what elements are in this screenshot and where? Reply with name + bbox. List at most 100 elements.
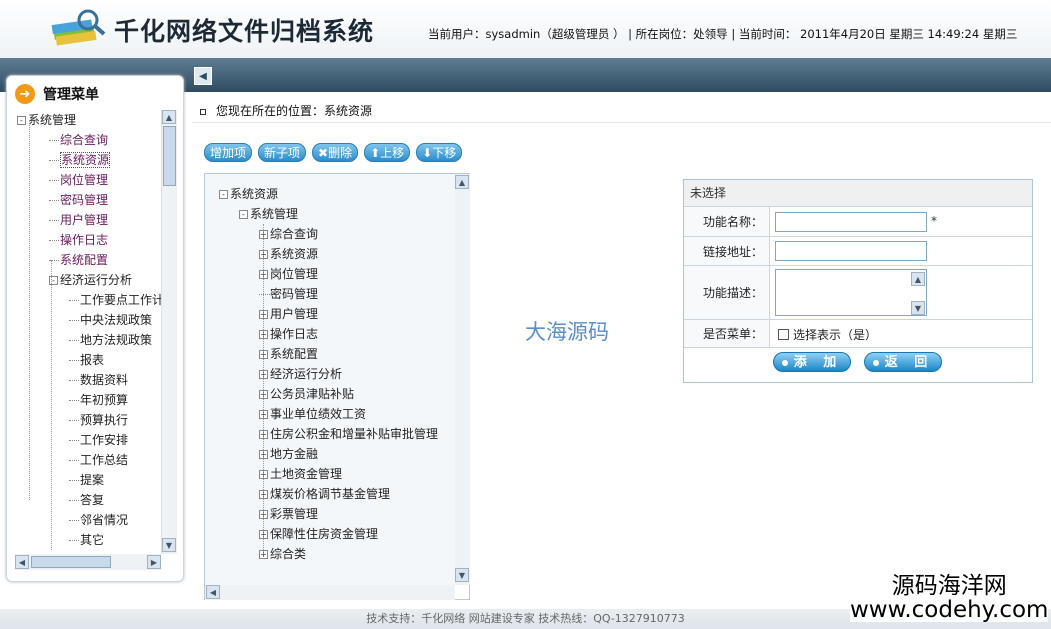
sidebar-item[interactable]: 邻省情况 [69, 510, 128, 530]
scroll-up-icon[interactable]: ▲ [455, 175, 469, 189]
tree-line-icon [69, 440, 79, 441]
tree-node[interactable]: + 地方金融 [259, 444, 318, 464]
tree-node[interactable]: + 保障性住房资金管理 [259, 524, 378, 544]
sidebar-item[interactable]: 操作日志 [49, 230, 108, 250]
name-input[interactable] [775, 212, 927, 232]
sidebar-item-label: 综合查询 [60, 133, 109, 147]
add-item-button[interactable]: 增加项 [204, 143, 253, 162]
collapse-icon[interactable]: - [239, 210, 248, 219]
sidebar-item-label: 答复 [80, 493, 105, 507]
tree-node[interactable]: - 系统资源 [219, 184, 278, 204]
sidebar-item[interactable]: 答复 [69, 490, 104, 510]
sidebar-item[interactable]: 系统配置 [49, 250, 108, 270]
add-button[interactable]: 添 加 [773, 352, 851, 372]
tree-node[interactable]: + 系统资源 [259, 244, 318, 264]
sidebar-item-label: 操作日志 [60, 233, 109, 247]
tree-node[interactable]: + 住房公积金和增量补贴审批管理 [259, 424, 438, 444]
is-menu-checkbox[interactable] [778, 329, 789, 340]
scroll-thumb[interactable] [163, 126, 176, 186]
menu-checkbox-wrap[interactable]: 选择表示（是） [778, 326, 877, 343]
sidebar-item[interactable]: 系统资源 [49, 150, 111, 170]
tree-line-icon [49, 240, 59, 241]
sidebar-item[interactable]: 综合查询 [49, 130, 108, 150]
sidebar: ➜ 管理菜单 - 系统管理 综合查询 系统资源 岗位管理 密码管理 用户管理 操作日志 系统配置… [6, 75, 184, 582]
tree-node-label: 系统管理 [250, 207, 299, 221]
description-textarea[interactable] [775, 269, 927, 316]
sidebar-item[interactable]: 报表 [69, 350, 104, 370]
sidebar-item[interactable]: 岗位管理 [49, 170, 108, 190]
sidebar-item-label: 岗位管理 [60, 173, 109, 187]
sidebar-item[interactable]: 用户管理 [49, 210, 108, 230]
tree-horizontal-scrollbar[interactable]: ◀ [205, 585, 455, 600]
tree-node[interactable]: 密码管理 [259, 284, 318, 304]
scroll-down-icon[interactable]: ▼ [455, 568, 469, 582]
collapse-icon[interactable]: - [219, 190, 228, 199]
tree-node[interactable]: + 煤炭价格调节基金管理 [259, 484, 390, 504]
tree-node[interactable]: + 用户管理 [259, 304, 318, 324]
scroll-up-icon[interactable]: ▲ [162, 110, 176, 124]
move-up-button[interactable]: ⬆上移 [364, 143, 411, 162]
sidebar-item[interactable]: 数据资料 [69, 370, 128, 390]
corner-watermark: 源码海洋网 www.codehy.com [850, 574, 1049, 622]
scroll-right-icon[interactable]: ▶ [147, 555, 161, 569]
sidebar-item[interactable]: 提案 [69, 470, 104, 490]
tree-node[interactable]: + 操作日志 [259, 324, 318, 344]
tree-node-label: 系统配置 [270, 347, 319, 361]
sidebar-item[interactable]: 地方法规政策 [69, 330, 152, 350]
tree-line-icon [49, 200, 59, 201]
time-label: 当前时间： [738, 27, 797, 41]
tree-node-label: 土地资金管理 [270, 467, 343, 481]
move-up-label: 上移 [380, 146, 405, 160]
url-input[interactable] [775, 241, 927, 261]
add-item-label: 增加项 [210, 146, 247, 160]
back-button[interactable]: 返 回 [864, 352, 942, 372]
sidebar-item[interactable]: - 经济运行分析 [49, 270, 132, 290]
sidebar-item-label: 工作总结 [80, 453, 129, 467]
tree-line-icon [49, 180, 59, 181]
tree-node[interactable]: + 综合查询 [259, 224, 318, 244]
tree-node-label: 公务员津贴补贴 [270, 387, 355, 401]
tree-line-icon [69, 500, 79, 501]
sidebar-item[interactable]: 工作要点工作计划 [69, 290, 161, 310]
scroll-down-icon[interactable]: ▼ [162, 538, 176, 552]
scroll-down-icon[interactable]: ▼ [911, 301, 925, 315]
scroll-thumb[interactable] [31, 556, 111, 568]
tree-node[interactable]: + 岗位管理 [259, 264, 318, 284]
tree-node[interactable]: + 系统配置 [259, 344, 318, 364]
sidebar-item[interactable]: 中央法规政策 [69, 310, 152, 330]
tree-node[interactable]: - 系统管理 [239, 204, 298, 224]
collapse-sidebar-icon[interactable]: ◀ [194, 67, 212, 85]
tree-node[interactable]: + 事业单位绩效工资 [259, 404, 366, 424]
sidebar-item[interactable]: 密码管理 [49, 190, 108, 210]
sidebar-item-label: 邻省情况 [80, 513, 129, 527]
form-row-url: 链接地址： [684, 237, 1032, 266]
sidebar-item[interactable]: 年初预算 [69, 390, 128, 410]
tree-vertical-scrollbar[interactable]: ▲ ▼ [455, 174, 470, 585]
tree-line-icon [69, 540, 79, 541]
sidebar-item[interactable]: 其它 [69, 530, 104, 550]
collapse-icon[interactable]: - [17, 116, 26, 125]
arrow-up-icon: ⬆ [370, 146, 381, 160]
tree-node-label: 住房公积金和增量补贴审批管理 [270, 427, 439, 441]
scroll-left-icon[interactable]: ◀ [206, 585, 220, 599]
sidebar-horizontal-scrollbar[interactable]: ◀ ▶ [15, 554, 161, 570]
scroll-up-icon[interactable]: ▲ [911, 272, 925, 286]
tree-node[interactable]: + 经济运行分析 [259, 364, 342, 384]
sidebar-item-label: 年初预算 [80, 393, 129, 407]
sidebar-item[interactable]: 预算执行 [69, 410, 128, 430]
move-down-button[interactable]: ⬇下移 [416, 143, 463, 162]
tree-node[interactable]: + 土地资金管理 [259, 464, 342, 484]
form-row-desc: 功能描述： ▲ ▼ [684, 266, 1032, 320]
scroll-left-icon[interactable]: ◀ [15, 555, 29, 569]
delete-button[interactable]: ✖删除 [312, 143, 359, 162]
sidebar-vertical-scrollbar[interactable]: ▲ ▼ [161, 110, 177, 554]
add-child-button[interactable]: 新子项 [258, 143, 307, 162]
tree-node-label: 综合查询 [270, 227, 319, 241]
tree-node[interactable]: + 综合类 [259, 544, 306, 564]
sidebar-item[interactable]: 工作安排 [69, 430, 128, 450]
sidebar-item[interactable]: 工作总结 [69, 450, 128, 470]
sidebar-item-label: 经济运行分析 [60, 273, 133, 287]
tree-node[interactable]: + 公务员津贴补贴 [259, 384, 354, 404]
sidebar-item[interactable]: - 系统管理 [17, 110, 76, 130]
tree-node[interactable]: + 彩票管理 [259, 504, 318, 524]
